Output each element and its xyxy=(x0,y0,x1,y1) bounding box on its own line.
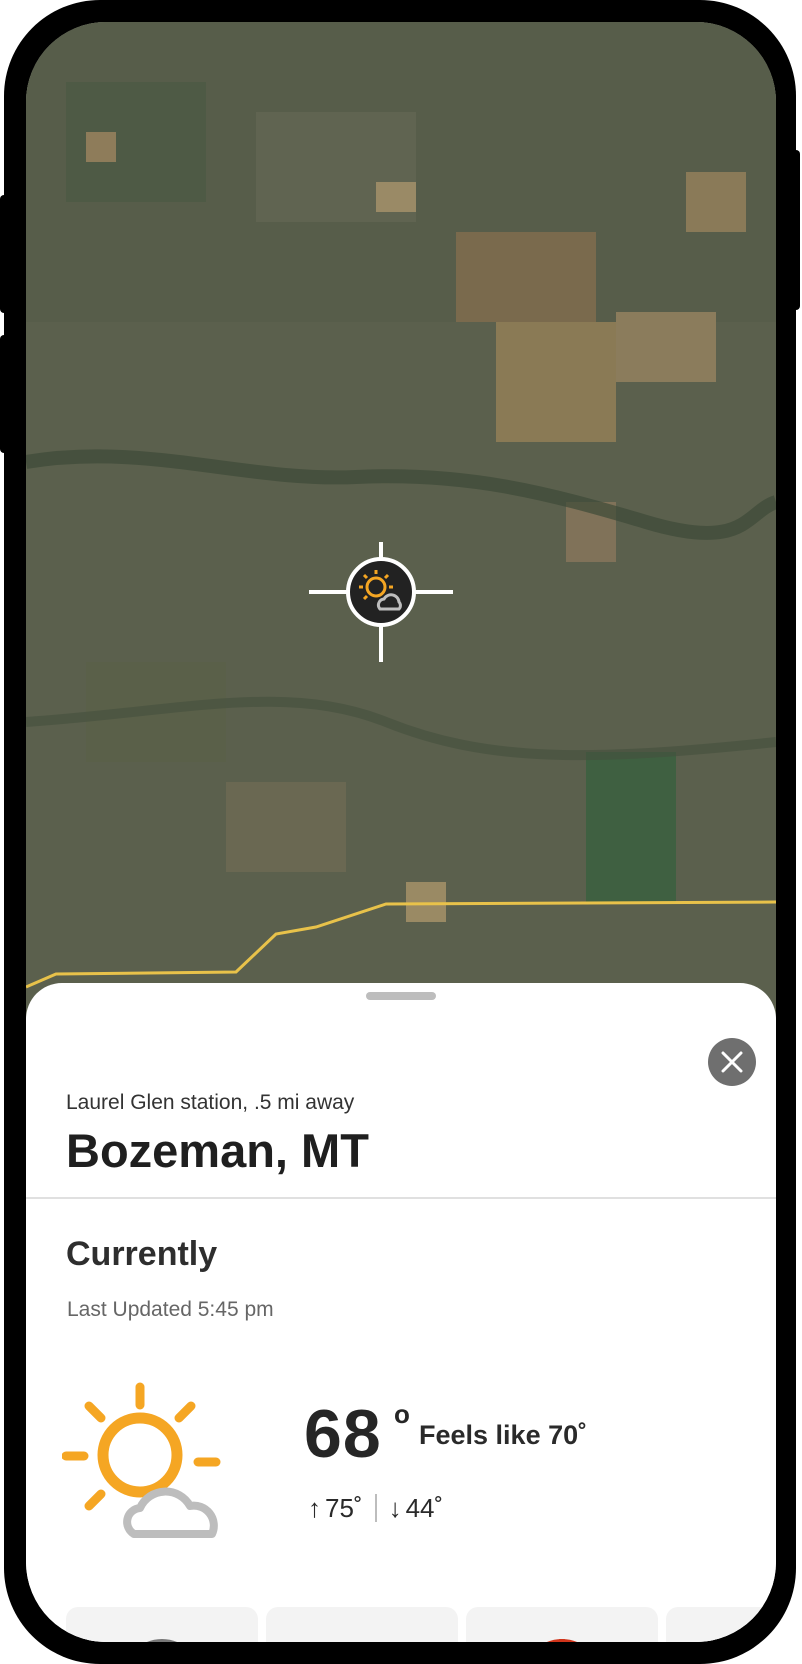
clock-icon: 1 xyxy=(147,1639,177,1642)
location-crosshair[interactable] xyxy=(26,22,776,1032)
high-low: ↑ 75˚ ↓ 44˚ xyxy=(308,1491,443,1525)
currently-heading: Currently xyxy=(66,1235,218,1273)
detail-card[interactable] xyxy=(266,1607,458,1642)
gauge-icon xyxy=(547,1639,577,1642)
city-title: Bozeman, MT xyxy=(66,1124,369,1177)
arrow-down-icon: ↓ xyxy=(388,1492,402,1523)
sheet-grabber[interactable] xyxy=(366,992,436,1000)
side-button xyxy=(0,195,8,313)
separator xyxy=(374,1494,377,1522)
divider xyxy=(26,1197,776,1199)
high-temp: 75˚ xyxy=(325,1492,363,1523)
close-button[interactable] xyxy=(708,1038,756,1086)
satellite-map[interactable] xyxy=(26,22,776,1032)
app-screen: Laurel Glen station, .5 mi away Bozeman,… xyxy=(26,22,776,1642)
side-button xyxy=(792,150,800,310)
close-icon xyxy=(721,1051,743,1073)
detail-card[interactable] xyxy=(666,1607,776,1642)
cloud-rain-icon xyxy=(266,1607,458,1642)
low-temp: 44˚ xyxy=(405,1492,444,1523)
detail-card[interactable]: 1 xyxy=(66,1607,258,1642)
arrow-up-icon: ↑ xyxy=(308,1492,321,1523)
location-sheet: Laurel Glen station, .5 mi away Bozeman,… xyxy=(26,983,776,1642)
station-label: Laurel Glen station, .5 mi away xyxy=(66,1091,355,1114)
detail-card[interactable] xyxy=(466,1607,658,1642)
partly-cloudy-icon xyxy=(62,1382,221,1538)
side-button xyxy=(0,335,8,453)
last-updated: Last Updated 5:45 pm xyxy=(67,1298,274,1321)
feels-like: Feels like 70˚ xyxy=(419,1420,588,1450)
degree-symbol: o xyxy=(394,1399,410,1429)
current-temperature: 68 xyxy=(304,1396,382,1472)
